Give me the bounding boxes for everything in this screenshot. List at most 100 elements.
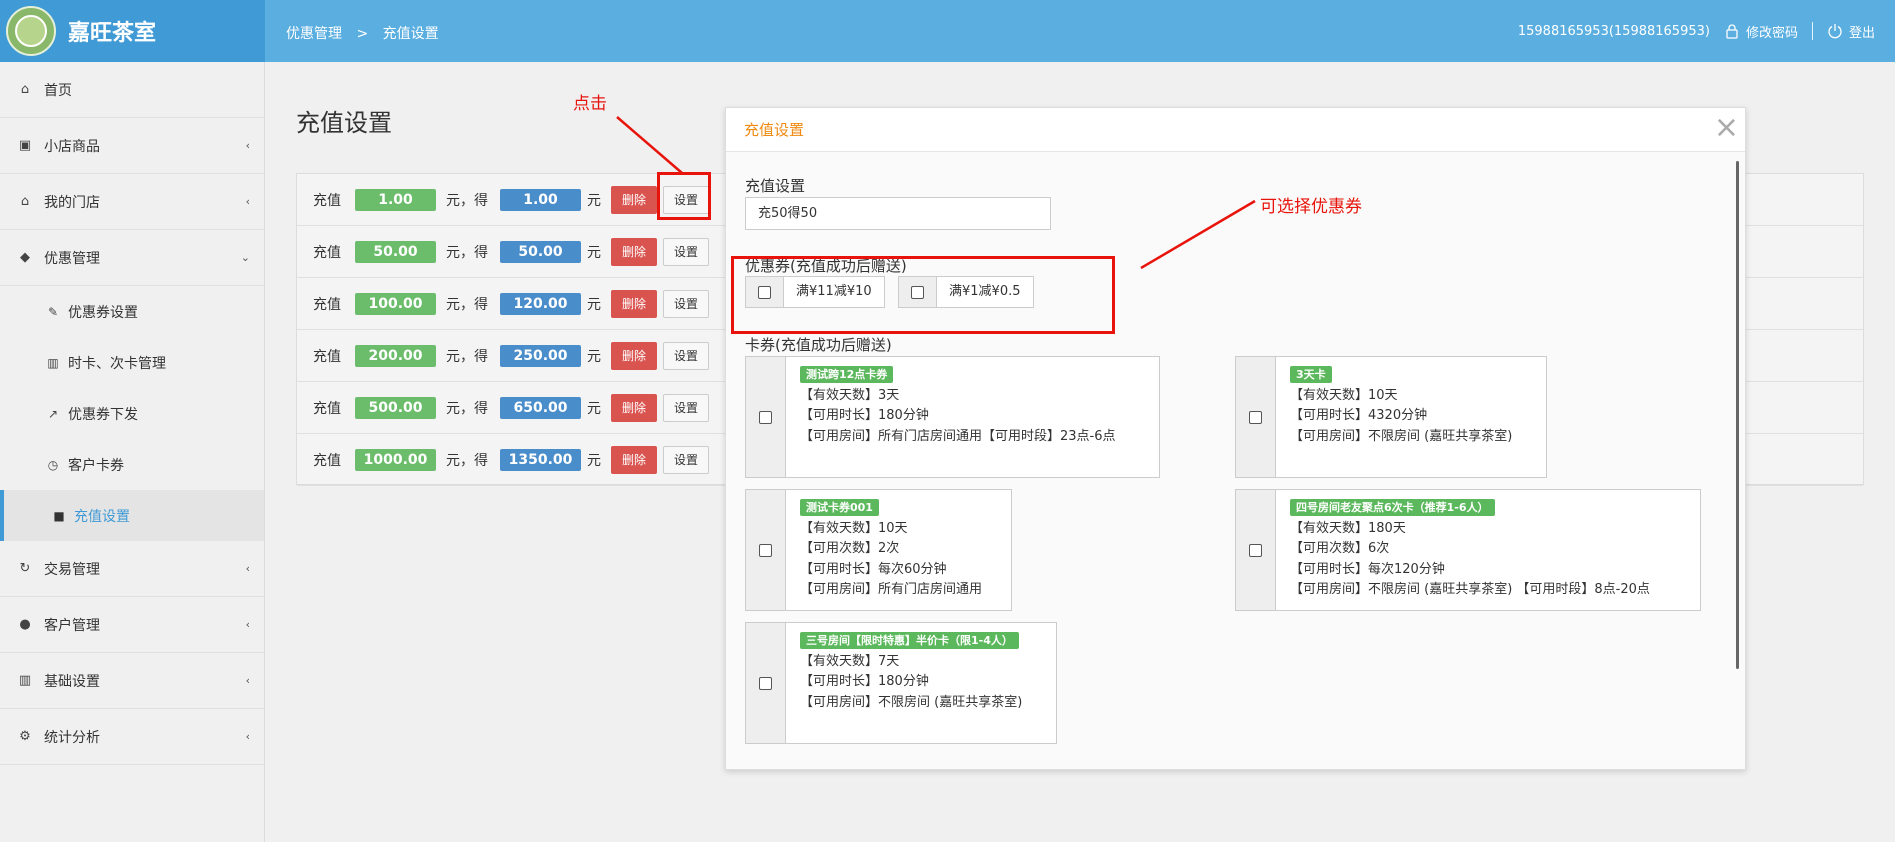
- divider: [1811, 22, 1813, 40]
- yuan-label: 元: [587, 192, 601, 209]
- delete-button[interactable]: 删除: [611, 445, 657, 474]
- card-option[interactable]: 四号房间老友聚点6次卡（推荐1-6人） 【有效天数】180天 【可用次数】6次 …: [1235, 489, 1701, 611]
- refresh-icon: ↻: [19, 561, 31, 576]
- chevron-left-icon: ‹: [245, 674, 250, 687]
- user-account: 15988165953(15988165953): [1517, 23, 1710, 39]
- settings-button[interactable]: 设置: [663, 341, 709, 370]
- card-option[interactable]: 测试卡券001 【有效天数】10天 【可用次数】2次 【可用时长】每次60分钟 …: [745, 489, 1012, 611]
- settings-button[interactable]: 设置: [663, 289, 709, 318]
- recharge-label: 充值: [313, 348, 341, 365]
- sidebar-item-statistics[interactable]: ⚙ 统计分析 ‹: [0, 709, 264, 765]
- chevron-left-icon: ‹: [245, 139, 250, 152]
- chevron-left-icon: ‹: [245, 562, 250, 575]
- sidebar-subitem-customer-cards[interactable]: ◷ 客户卡券: [0, 439, 264, 490]
- settings-button[interactable]: 设置: [663, 393, 709, 422]
- sidebar-item-label: 我的门店: [44, 194, 100, 211]
- annotation-box-settings: [657, 172, 711, 220]
- recharge-amount: 50.00: [355, 240, 436, 263]
- settings-button[interactable]: 设置: [663, 445, 709, 474]
- sidebar-subitem-coupon-issue[interactable]: ↗ 优惠券下发: [0, 388, 264, 439]
- sidebar-subitem-label: 优惠券设置: [68, 304, 138, 321]
- gear-icon: ⚙: [19, 729, 31, 744]
- card-option[interactable]: 3天卡 【有效天数】10天 【可用时长】4320分钟 【可用房间】不限房间 (嘉…: [1235, 356, 1547, 478]
- card-detail-line: 【可用时长】4320分钟: [1290, 408, 1428, 423]
- delete-button[interactable]: 删除: [611, 185, 657, 214]
- sidebar-item-label: 优惠管理: [44, 250, 100, 267]
- card-checkbox[interactable]: [746, 623, 786, 743]
- recharge-settings-modal: 充值设置 × 充值设置 充50得50 优惠券(充值成功后赠送) 满¥11减¥10…: [725, 107, 1746, 770]
- sidebar-subitem-card-management[interactable]: ▥ 时卡、次卡管理: [0, 337, 264, 388]
- card-detail-line: 【可用时长】每次60分钟: [800, 561, 947, 577]
- yuan-label: 元: [587, 400, 601, 417]
- sidebar-subitem-label: 充值设置: [74, 508, 130, 525]
- sidebar-item-transactions[interactable]: ↻ 交易管理 ‹: [0, 541, 264, 597]
- get-label: 元，得: [446, 192, 488, 209]
- delete-button[interactable]: 删除: [611, 237, 657, 266]
- recharge-amount: 200.00: [355, 344, 436, 367]
- card-detail-line: 【有效天数】10天: [800, 520, 908, 536]
- scrollbar[interactable]: [1736, 161, 1739, 669]
- page-title: 充值设置: [296, 109, 392, 137]
- sidebar-subitem-recharge-settings[interactable]: ■ 充值设置: [0, 490, 264, 541]
- gift-icon: ▣: [18, 138, 32, 153]
- field-label: 充值设置: [745, 177, 806, 195]
- settings-button[interactable]: 设置: [663, 237, 709, 266]
- recharge-label: 充值: [313, 452, 341, 469]
- sidebar-item-basic-settings[interactable]: ▥ 基础设置 ‹: [0, 653, 264, 709]
- checkbox-icon: [759, 676, 772, 690]
- card-checkbox[interactable]: [1236, 357, 1276, 477]
- card-details: 三号房间【限时特惠】半价卡（限1-4人） 【有效天数】7天 【可用时长】180分…: [786, 623, 1032, 743]
- tags-icon: ◆: [20, 250, 30, 265]
- card-details: 3天卡 【有效天数】10天 【可用时长】4320分钟 【可用房间】不限房间 (嘉…: [1276, 357, 1522, 477]
- recharge-label: 充值: [313, 244, 341, 261]
- card-detail-line: 【可用房间】不限房间 (嘉旺共享茶室): [1290, 428, 1513, 444]
- card-checkbox[interactable]: [746, 357, 786, 477]
- recharge-name-input[interactable]: 充50得50: [745, 197, 1051, 230]
- delete-button[interactable]: 删除: [611, 341, 657, 370]
- change-password-link[interactable]: 修改密码: [1724, 22, 1798, 41]
- sidebar-item-my-store[interactable]: ⌂ 我的门店 ‹: [0, 174, 264, 230]
- sidebar: ⌂ 首页 ▣ 小店商品 ‹ ⌂ 我的门店 ‹ ◆ 优惠管理 ⌄ ✎ 优惠券设置 …: [0, 62, 265, 842]
- sidebar-subitem-coupon-settings[interactable]: ✎ 优惠券设置: [0, 286, 264, 337]
- card-tag: 3天卡: [1290, 366, 1332, 383]
- get-label: 元，得: [446, 452, 488, 469]
- delete-button[interactable]: 删除: [611, 393, 657, 422]
- recharge-label: 充值: [313, 192, 341, 209]
- breadcrumb-item: 充值设置: [382, 26, 439, 42]
- card-option[interactable]: 测试跨12点卡券 【有效天数】3天 【可用时长】180分钟 【可用房间】所有门店…: [745, 356, 1160, 478]
- sidebar-item-promotion[interactable]: ◆ 优惠管理 ⌄: [0, 230, 264, 286]
- card-details: 四号房间老友聚点6次卡（推荐1-6人） 【有效天数】180天 【可用次数】6次 …: [1276, 490, 1660, 610]
- square-icon: ■: [53, 508, 65, 523]
- card-tag: 测试跨12点卡券: [800, 366, 894, 383]
- card-details: 测试卡券001 【有效天数】10天 【可用次数】2次 【可用时长】每次60分钟 …: [786, 490, 992, 610]
- checkbox-icon: [1249, 410, 1262, 424]
- sidebar-item-customers[interactable]: ● 客户管理 ‹: [0, 597, 264, 653]
- get-label: 元，得: [446, 400, 488, 417]
- annotation-arrow-click: [616, 116, 683, 174]
- card-detail-line: 【有效天数】180天: [1290, 520, 1406, 536]
- sidebar-item-home[interactable]: ⌂ 首页: [0, 62, 264, 118]
- modal-title: 充值设置: [744, 121, 805, 139]
- wrench-icon: ✎: [47, 304, 59, 319]
- card-checkbox[interactable]: [1236, 490, 1276, 610]
- card-option[interactable]: 三号房间【限时特惠】半价卡（限1-4人） 【有效天数】7天 【可用时长】180分…: [745, 622, 1057, 744]
- breadcrumb-item[interactable]: 优惠管理: [286, 26, 342, 42]
- barcode-icon: ▥: [47, 355, 59, 370]
- home-icon: ⌂: [20, 82, 30, 97]
- get-amount: 50.00: [500, 240, 581, 263]
- sidebar-item-label: 交易管理: [44, 561, 100, 578]
- sidebar-item-shop-goods[interactable]: ▣ 小店商品 ‹: [0, 118, 264, 174]
- sidebar-item-label: 客户管理: [44, 617, 100, 634]
- delete-button[interactable]: 删除: [611, 289, 657, 318]
- change-password-label: 修改密码: [1745, 25, 1798, 41]
- chevron-left-icon: ‹: [245, 195, 250, 208]
- annotation-click: 点击: [573, 94, 607, 114]
- card-checkbox[interactable]: [746, 490, 786, 610]
- sidebar-item-label: 基础设置: [44, 673, 100, 690]
- power-icon: [1828, 24, 1842, 39]
- logout-link[interactable]: 登出: [1827, 22, 1875, 41]
- checkbox-icon: [759, 410, 772, 424]
- close-icon[interactable]: ×: [1714, 113, 1739, 143]
- recharge-amount: 500.00: [355, 396, 436, 419]
- yuan-label: 元: [587, 452, 601, 469]
